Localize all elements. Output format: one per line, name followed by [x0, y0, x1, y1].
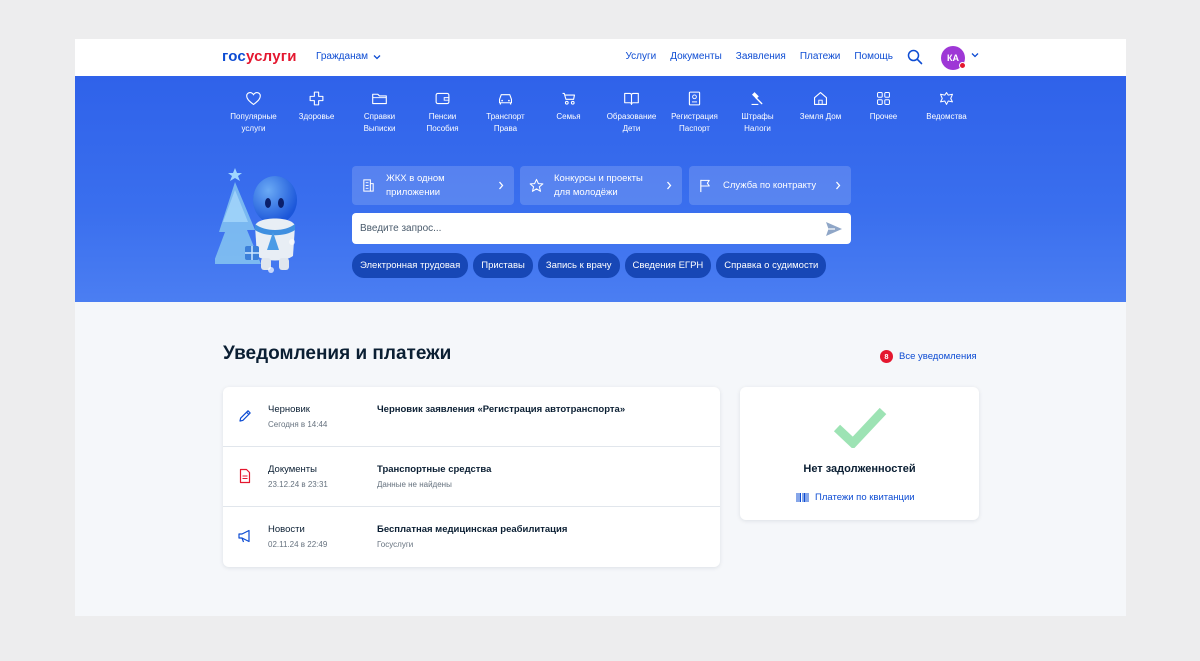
passport-icon: [688, 91, 701, 106]
avatar-chevron-icon[interactable]: [971, 52, 979, 58]
chevron-right-icon: [667, 181, 672, 190]
star-icon: [529, 178, 544, 192]
grid-icon: [877, 92, 890, 105]
item-subtitle: Госуслуги: [377, 540, 414, 549]
category-pensions[interactable]: Пенсии Пособия: [411, 90, 474, 135]
folder-icon: [372, 93, 387, 105]
top-header: госуслуги Гражданам Услуги Документы Зая…: [75, 39, 1126, 76]
item-date: 23.12.24 в 23:31: [268, 480, 328, 489]
chevron-right-icon: [836, 181, 841, 190]
building-icon: [363, 179, 374, 192]
quick-link-housing[interactable]: ЖКХ в одном приложении: [352, 166, 514, 205]
chip-criminal-record[interactable]: Справка о судимости: [716, 253, 827, 278]
search-input[interactable]: [352, 223, 824, 234]
stroller-icon: [562, 92, 576, 105]
list-item[interactable]: Новости 02.11.24 в 22:49 Бесплатная меди…: [223, 507, 720, 567]
category-land[interactable]: Земля Дом: [789, 90, 852, 135]
car-icon: [498, 94, 513, 105]
category-registration[interactable]: Регистрация Паспорт: [663, 90, 726, 135]
receipt-payments-link[interactable]: Платежи по квитанции: [796, 492, 915, 503]
item-type: Документы: [268, 464, 317, 475]
role-selector[interactable]: Гражданам: [316, 51, 381, 62]
item-type: Черновик: [268, 404, 310, 415]
role-label: Гражданам: [316, 51, 369, 62]
chevron-down-icon: [373, 54, 381, 59]
item-title: Транспортные средства: [377, 464, 492, 475]
category-family[interactable]: Семья: [537, 90, 600, 135]
gosuslugi-logo[interactable]: госуслуги: [222, 48, 297, 65]
category-bar: Популярные услуги Здоровье Справки Выписки…: [222, 90, 978, 135]
list-item[interactable]: Документы 23.12.24 в 23:31 Транспортные …: [223, 447, 720, 507]
item-type: Новости: [268, 524, 305, 535]
category-health[interactable]: Здоровье: [285, 90, 348, 135]
category-popular[interactable]: Популярные услуги: [222, 90, 285, 135]
page-frame: госуслуги Гражданам Услуги Документы Зая…: [75, 39, 1126, 616]
chip-bailiffs[interactable]: Приставы: [473, 253, 533, 278]
megaphone-icon: [238, 529, 250, 543]
category-education[interactable]: Образование Дети: [600, 90, 663, 135]
user-avatar[interactable]: КА: [941, 46, 966, 70]
chip-egrn-info[interactable]: Сведения ЕГРН: [624, 253, 712, 278]
nav-applications[interactable]: Заявления: [736, 51, 786, 62]
emblem-icon: [940, 92, 953, 105]
notification-count-badge: 8: [880, 350, 893, 363]
category-other[interactable]: Прочее: [852, 90, 915, 135]
notification-dot: [959, 62, 966, 69]
nav-services[interactable]: Услуги: [625, 51, 656, 62]
book-icon: [624, 92, 639, 106]
search-bar: [352, 213, 851, 244]
debt-status-card: Нет задолженностей Платежи по квитанции: [740, 387, 979, 520]
check-mark-icon: [833, 407, 887, 448]
pencil-icon: [239, 410, 251, 422]
nav-documents[interactable]: Документы: [670, 51, 722, 62]
avatar-initials: КА: [947, 53, 959, 63]
suggestion-chips: Электронная трудовая Приставы Запись к в…: [352, 253, 827, 278]
all-notifications-label: Все уведомления: [899, 351, 977, 362]
list-item[interactable]: Черновик Сегодня в 14:44 Черновик заявле…: [223, 387, 720, 447]
barcode-icon: [796, 493, 809, 502]
notifications-list: Черновик Сегодня в 14:44 Черновик заявле…: [223, 387, 720, 567]
chevron-right-icon: [499, 181, 504, 190]
item-title: Черновик заявления «Регистрация автотран…: [377, 404, 626, 415]
item-subtitle: Данные не найдены: [377, 480, 452, 489]
category-agencies[interactable]: Ведомства: [915, 90, 978, 135]
item-title: Бесплатная медицинская реабилитация: [377, 524, 568, 535]
cross-icon: [309, 91, 324, 106]
item-date: Сегодня в 14:44: [268, 420, 328, 429]
item-date: 02.11.24 в 22:49: [268, 540, 328, 549]
heart-icon: [246, 91, 261, 106]
category-certificates[interactable]: Справки Выписки: [348, 90, 411, 135]
receipt-payments-label: Платежи по квитанции: [815, 492, 915, 503]
send-arrow-icon[interactable]: [824, 219, 844, 239]
nav-payments[interactable]: Платежи: [800, 51, 841, 62]
section-title: Уведомления и платежи: [223, 343, 452, 364]
hero-banner: Популярные услуги Здоровье Справки Выписки…: [75, 76, 1126, 302]
chip-electronic-workbook[interactable]: Электронная трудовая: [352, 253, 469, 278]
document-icon: [239, 468, 251, 484]
all-notifications-link[interactable]: 8 Все уведомления: [880, 350, 977, 363]
category-fines[interactable]: Штрафы Налоги: [726, 90, 789, 135]
gavel-icon: [751, 92, 763, 106]
flag-icon: [700, 179, 710, 193]
nav-help[interactable]: Помощь: [854, 51, 893, 62]
quick-link-youth-contests[interactable]: Конкурсы и проекты для молодёжи: [520, 166, 682, 205]
no-debt-title: Нет задолженностей: [803, 463, 916, 475]
category-transport[interactable]: Транспорт Права: [474, 90, 537, 135]
chip-doctor-appointment[interactable]: Запись к врачу: [537, 253, 620, 278]
quick-link-contract-service[interactable]: Служба по контракту: [689, 166, 851, 205]
main-nav: Услуги Документы Заявления Платежи Помощ…: [625, 51, 893, 62]
house-icon: [813, 91, 828, 106]
wallet-icon: [435, 92, 450, 105]
robot-mascot-illustration: [215, 168, 297, 273]
search-icon[interactable]: [907, 49, 923, 65]
